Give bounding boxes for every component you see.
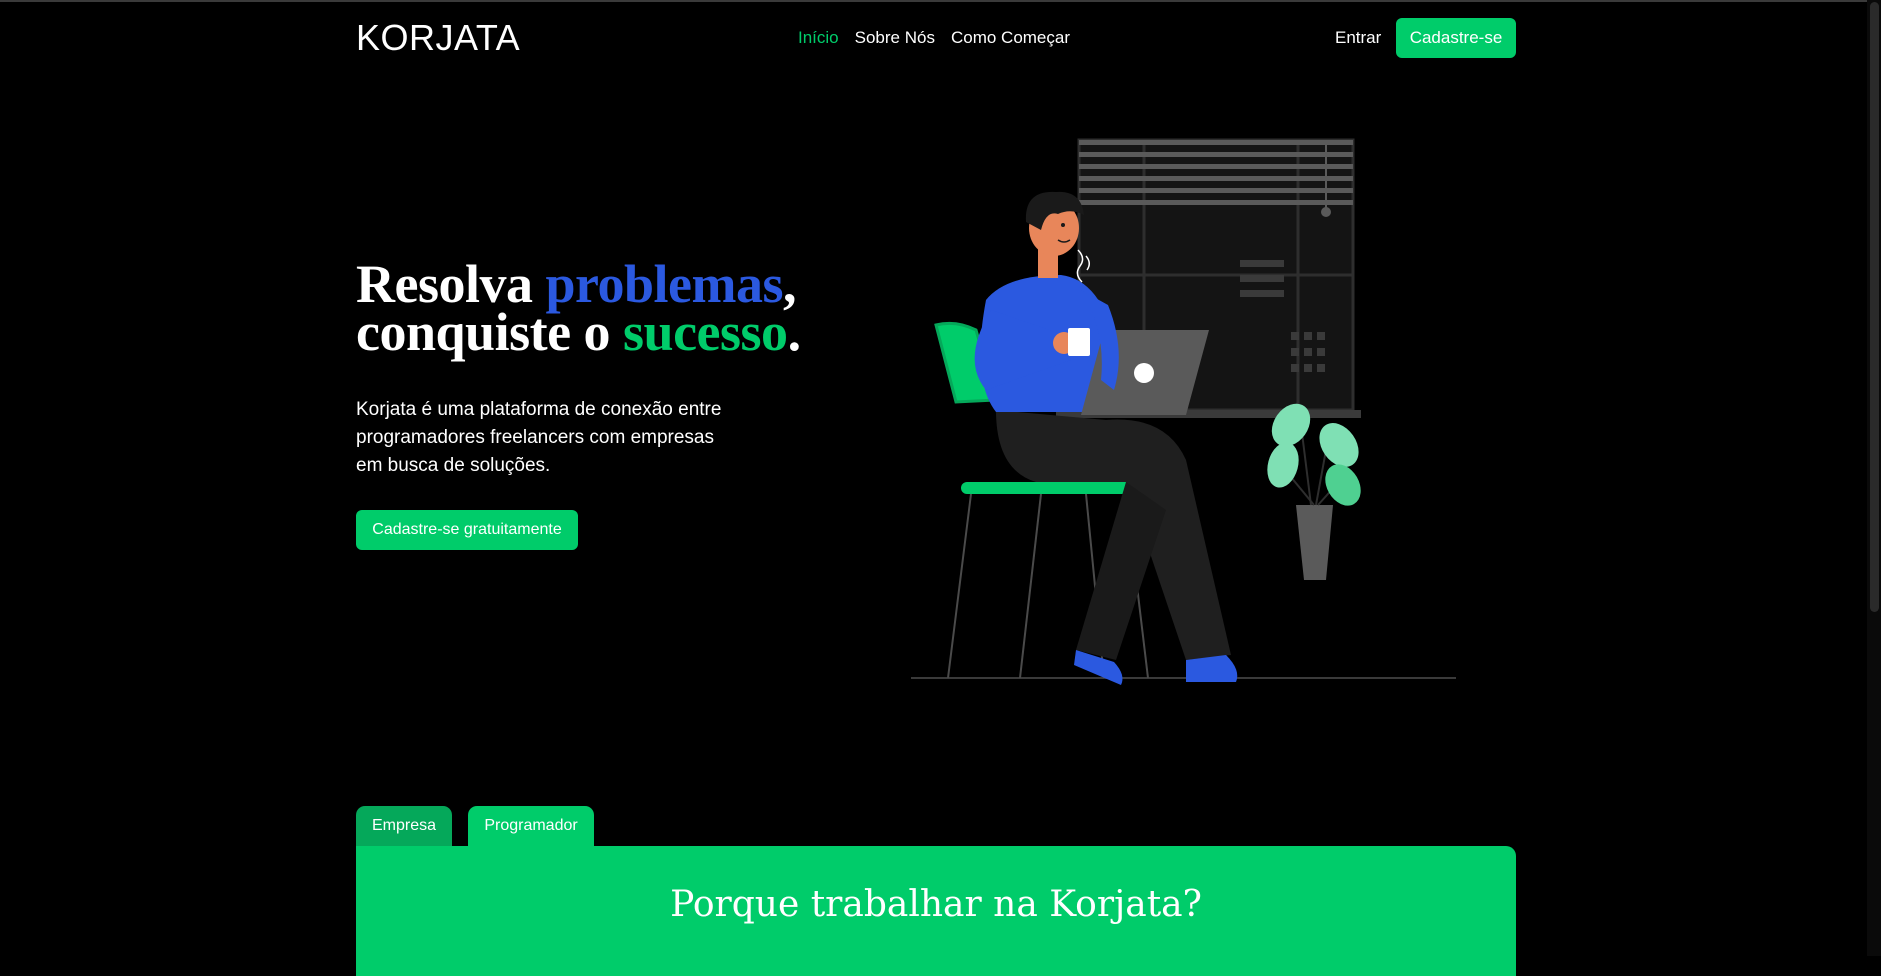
tab-programador[interactable]: Programador: [468, 806, 594, 846]
nav-item-inicio[interactable]: Início: [798, 28, 839, 48]
main-nav: Início Sobre Nós Como Começar: [798, 28, 1070, 48]
hero-title: Resolva problemas, conquiste o sucesso.: [356, 257, 801, 359]
hero-title-part4: .: [787, 302, 802, 362]
logo[interactable]: KORJATA: [356, 17, 520, 59]
hero-title-highlight-sucesso: sucesso: [623, 302, 788, 362]
nav-item-sobre-nos[interactable]: Sobre Nós: [855, 28, 935, 48]
nav-item-como-comecar[interactable]: Como Começar: [951, 28, 1070, 48]
scrollbar-thumb[interactable]: [1870, 2, 1879, 612]
hero-title-part3: conquiste o: [356, 302, 624, 362]
hero-signup-free-button[interactable]: Cadastre-se gratuitamente: [356, 510, 578, 550]
tab-empresa[interactable]: Empresa: [356, 806, 452, 846]
page-container: KORJATA Início Sobre Nós Como Começar En…: [356, 0, 1516, 976]
why-korjata-panel: Porque trabalhar na Korjata?: [356, 846, 1516, 976]
signup-button[interactable]: Cadastre-se: [1396, 18, 1516, 58]
scrollbar[interactable]: [1867, 0, 1881, 956]
hero-illustration: [911, 138, 1456, 685]
panel-title: Porque trabalhar na Korjata?: [670, 884, 1202, 925]
plant-illustration: [1267, 403, 1361, 580]
hero-description: Korjata é uma plataforma de conexão entr…: [356, 399, 722, 476]
login-link[interactable]: Entrar: [1335, 28, 1381, 48]
